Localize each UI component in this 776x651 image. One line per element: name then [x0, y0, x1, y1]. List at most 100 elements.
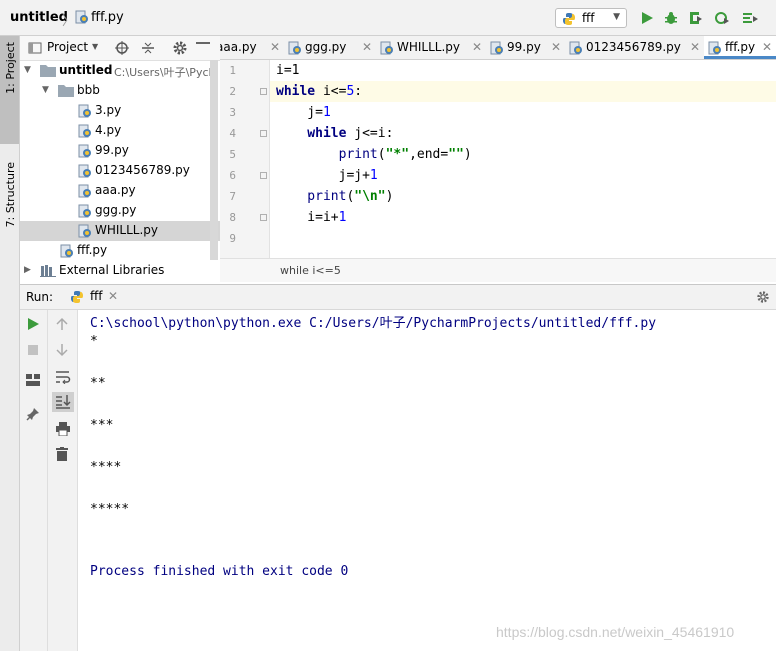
code-line-3: j=1 — [276, 102, 331, 123]
tree-row-file[interactable]: fff.py — [20, 241, 220, 261]
editor-tab[interactable]: WHILLL.py ✕ — [376, 36, 486, 59]
run-console[interactable]: C:\school\python\python.exe C:/Users/叶子/… — [78, 310, 776, 651]
python-file-icon — [78, 224, 92, 241]
code-text: j<=i: — [346, 126, 394, 141]
arrow-down-icon[interactable] — [56, 343, 72, 359]
run-panel-header: Run: fff ✕ — [20, 284, 776, 310]
structure-tool-button[interactable]: 7: Structure — [4, 162, 17, 227]
scrollbar[interactable] — [210, 60, 218, 260]
close-icon[interactable]: ✕ — [472, 40, 482, 54]
editor-tab[interactable]: 0123456789.py ✕ — [565, 36, 704, 59]
tree-row-file[interactable]: 4.py — [20, 121, 220, 141]
expand-arrow-icon[interactable]: ▼ — [42, 85, 49, 95]
python-file-icon — [78, 164, 92, 181]
locate-icon[interactable] — [114, 40, 130, 59]
console-exit-message: Process finished with exit code 0 — [90, 564, 349, 579]
library-icon — [40, 264, 56, 280]
stop-icon[interactable] — [27, 344, 43, 360]
editor-tab-label: WHILLL.py — [397, 40, 461, 54]
editor-gutter: 1 2 3 4 5 6 7 8 9 — [220, 60, 270, 258]
close-icon[interactable]: ✕ — [108, 289, 118, 303]
tree-file-label: WHILLL.py — [95, 223, 159, 237]
gear-icon[interactable] — [172, 40, 188, 59]
editor-tab-label: 0123456789.py — [586, 40, 681, 54]
tree-row-file[interactable]: ggg.py — [20, 201, 220, 221]
close-icon[interactable]: ✕ — [551, 40, 561, 54]
expand-arrow-icon[interactable]: ▶ — [24, 265, 31, 275]
folder-icon — [40, 64, 56, 80]
run-icon[interactable] — [640, 11, 654, 25]
collapse-all-icon[interactable] — [141, 40, 155, 59]
project-tool-button[interactable]: 1: Project — [0, 36, 19, 144]
python-file-icon — [569, 41, 583, 58]
python-file-icon — [78, 184, 92, 201]
editor-tab[interactable]: fff.py ✕ — [704, 36, 776, 59]
navigation-bar: untitled 〉 fff.py fff ▼ — [0, 0, 776, 36]
close-icon[interactable]: ✕ — [690, 40, 700, 54]
minimize-icon[interactable] — [196, 42, 210, 44]
chevron-down-icon: ▼ — [613, 12, 620, 22]
tree-row-root[interactable]: ▼ untitled C:\Users\叶子\Pych — [20, 61, 220, 81]
run-left-strip — [0, 284, 20, 651]
rerun-icon[interactable] — [26, 317, 42, 333]
run-tab[interactable]: fff ✕ — [66, 285, 130, 309]
tree-row-external-libraries[interactable]: ▶ External Libraries — [20, 261, 220, 281]
trash-icon[interactable] — [56, 447, 72, 463]
python-file-icon — [78, 104, 92, 121]
layout-icon[interactable] — [26, 374, 42, 390]
tree-row-file[interactable]: 99.py — [20, 141, 220, 161]
editor-tab[interactable]: ggg.py ✕ — [284, 36, 376, 59]
console-output-line: * — [90, 334, 98, 349]
fold-marker-icon[interactable] — [260, 130, 267, 137]
breadcrumb-project[interactable]: untitled — [10, 10, 68, 25]
fold-marker-icon[interactable] — [260, 88, 267, 95]
editor-breadcrumb-item[interactable]: while i<=5 — [280, 264, 341, 277]
tree-row-file[interactable]: 3.py — [20, 101, 220, 121]
code-line-2: while i<=5: — [276, 81, 362, 102]
gear-icon[interactable] — [756, 290, 770, 307]
tree-row-folder[interactable]: ▼ bbb — [20, 81, 220, 101]
code-editor[interactable]: i=1 while i<=5: j=1 while j<=i: print("*… — [270, 60, 776, 258]
tree-row-file[interactable]: 0123456789.py — [20, 161, 220, 181]
line-number: 2 — [229, 85, 236, 98]
concurrency-diagram-icon[interactable] — [742, 11, 758, 25]
scroll-to-end-icon[interactable] — [52, 392, 74, 412]
console-output-line: **** — [90, 460, 122, 475]
run-with-coverage-icon[interactable] — [689, 11, 703, 25]
close-icon[interactable]: ✕ — [270, 40, 280, 54]
run-tab-label: fff — [90, 289, 103, 303]
watermark-text: https://blog.csdn.net/weixin_45461910 — [496, 624, 735, 640]
fold-marker-icon[interactable] — [260, 172, 267, 179]
tree-row-file[interactable]: WHILLL.py — [20, 221, 220, 241]
run-config-dropdown[interactable]: fff ▼ — [555, 8, 627, 28]
code-text: ) — [385, 189, 394, 204]
project-panel: Project ▼ ▼ untitled C:\Users\叶子\Pych ▼ … — [20, 36, 220, 284]
line-number: 3 — [229, 106, 236, 119]
console-output-line: ** — [90, 376, 106, 391]
line-number: 1 — [229, 64, 236, 77]
code-line-7: print("\n") — [276, 186, 393, 207]
project-panel-title[interactable]: Project — [47, 40, 88, 54]
editor-tab[interactable]: 99.py ✕ — [486, 36, 565, 59]
soft-wrap-icon[interactable] — [55, 370, 71, 386]
tree-row-file[interactable]: aaa.py — [20, 181, 220, 201]
profile-icon[interactable] — [715, 11, 729, 25]
debug-icon[interactable] — [664, 11, 678, 25]
breadcrumb-file[interactable]: fff.py — [91, 10, 124, 25]
editor-tab[interactable]: aaa.py ✕ — [220, 36, 284, 59]
expand-arrow-icon[interactable]: ▼ — [24, 65, 31, 75]
tree-external-libraries-label: External Libraries — [59, 263, 165, 277]
print-icon[interactable] — [55, 422, 71, 438]
arrow-up-icon[interactable] — [56, 317, 72, 333]
close-icon[interactable]: ✕ — [762, 40, 772, 54]
pin-icon[interactable] — [26, 407, 42, 423]
close-icon[interactable]: ✕ — [362, 40, 372, 54]
code-line-8: i=i+1 — [276, 207, 346, 228]
python-icon — [70, 290, 84, 307]
code-number: 1 — [338, 210, 347, 225]
python-file-icon — [78, 124, 92, 141]
editor-tab-label: 99.py — [507, 40, 541, 54]
fold-marker-icon[interactable] — [260, 214, 267, 221]
code-number: 1 — [322, 105, 331, 120]
chevron-down-icon[interactable]: ▼ — [92, 42, 98, 51]
